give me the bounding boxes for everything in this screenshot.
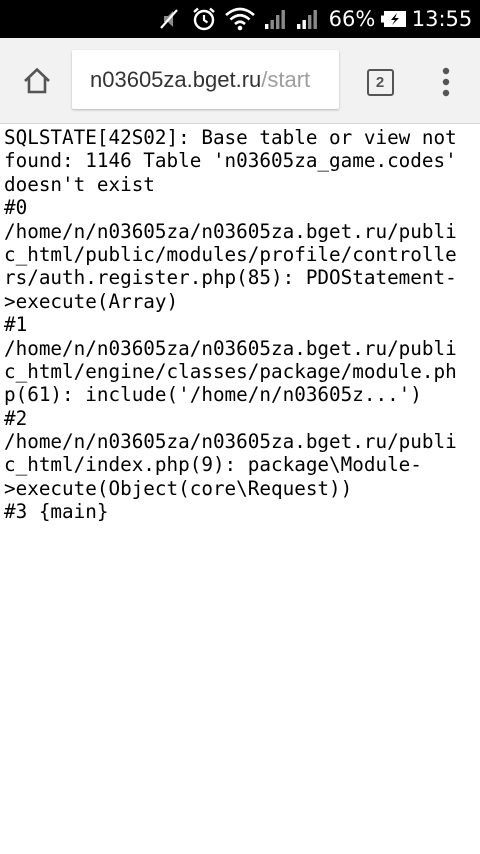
error-line: #2: [4, 406, 28, 430]
browser-toolbar: n03605za.bget.ru/start 2: [0, 38, 480, 124]
error-line: >execute(Array): [4, 289, 179, 313]
overflow-menu-button[interactable]: [428, 60, 464, 104]
battery-percent-container: 66%: [328, 0, 376, 38]
error-line: /home/n/n03605za/n03605za.bget.ru/publi: [4, 430, 457, 454]
error-line: found: 1146 Table 'n03605za_game.codes': [4, 149, 457, 173]
alarm-icon: [189, 0, 219, 38]
error-line: c_html/index.php(9): package\Module-: [4, 453, 422, 477]
signal-icon: [295, 0, 321, 38]
home-button[interactable]: [14, 58, 60, 104]
error-line: #0: [4, 196, 28, 220]
home-icon: [24, 67, 50, 94]
error-line: c_html/public/modules/profile/controlle: [4, 242, 457, 266]
error-line: >execute(Object(core\Request)): [4, 476, 353, 500]
error-line: c_html/engine/classes/package/module.ph: [4, 359, 457, 383]
clock-container: 13:55: [410, 0, 474, 38]
error-output: SQLSTATE[42S02]: Base table or view not …: [4, 126, 478, 524]
address-bar[interactable]: n03605za.bget.ru/start: [72, 50, 339, 109]
tab-count: 2: [366, 68, 394, 96]
tab-switcher-button[interactable]: 2: [358, 62, 402, 102]
error-line: /home/n/n03605za/n03605za.bget.ru/publi: [4, 336, 457, 360]
error-line: rs/auth.register.php(85): PDOStatement-: [4, 266, 457, 290]
status-bar: 66% 13:55: [0, 0, 480, 38]
error-line: /home/n/n03605za/n03605za.bget.ru/publi: [4, 219, 457, 243]
error-line: SQLSTATE[42S02]: Base table or view not: [4, 126, 457, 149]
more-vert-icon: [442, 67, 450, 97]
error-line: p(61): include('/home/n/n03605z...'): [4, 383, 422, 407]
mute-icon: [155, 0, 183, 38]
error-line: #3 {main}: [4, 500, 109, 524]
clock: 13:55: [411, 7, 473, 31]
battery-icon: [380, 0, 408, 38]
url-text: n03605za.bget.ru/start: [90, 50, 310, 109]
error-line: doesn't exist: [4, 172, 155, 196]
battery-percent: 66%: [328, 7, 376, 31]
url-host: n03605za.bget.ru: [90, 67, 262, 92]
error-line: #1: [4, 313, 28, 337]
url-path: /start: [261, 67, 311, 92]
signal-icon: [263, 0, 289, 38]
wifi-icon: [224, 0, 256, 38]
